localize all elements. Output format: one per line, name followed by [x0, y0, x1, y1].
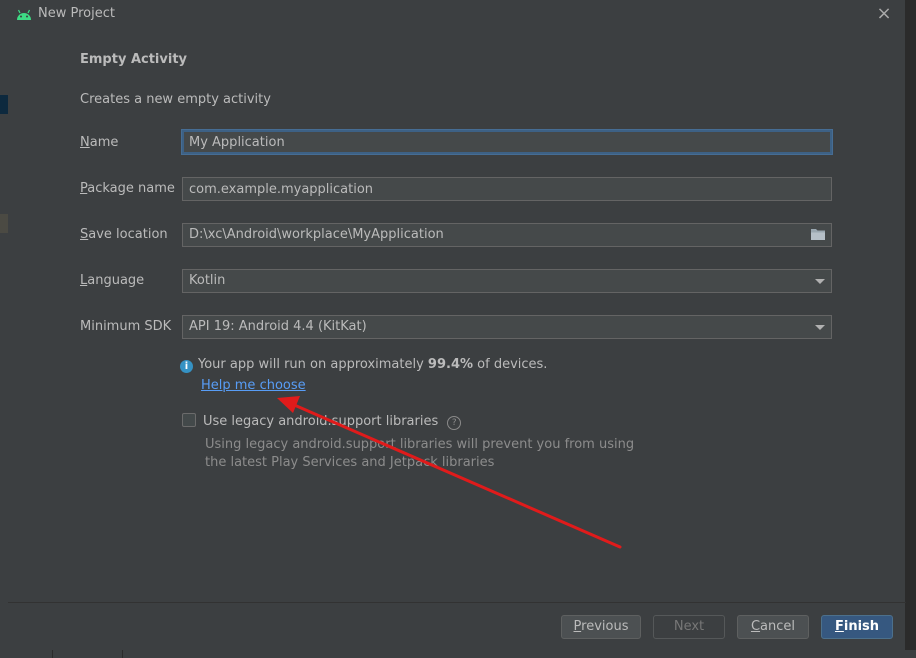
legacy-support-description: Using legacy android.support libraries w…: [205, 437, 635, 470]
android-icon: [17, 9, 31, 20]
background-window-left: [0, 0, 8, 658]
footer-divider: [8, 602, 906, 603]
legacy-support-checkbox[interactable]: [182, 413, 196, 427]
new-project-dialog: New Project × Empty Activity Creates a n…: [8, 0, 906, 650]
save-location-field[interactable]: D:\xc\Android\workplace\MyApplication: [182, 223, 832, 247]
save-location-label: Save location: [80, 227, 168, 242]
language-value: Kotlin: [189, 273, 226, 288]
template-heading: Empty Activity: [80, 52, 188, 67]
name-input[interactable]: [182, 130, 832, 154]
package-name-label: Package name: [80, 181, 175, 196]
info-icon: i: [180, 360, 193, 373]
dropdown-arrow-icon: [815, 279, 825, 284]
legacy-support-label[interactable]: Use legacy android.support libraries: [203, 414, 438, 429]
previous-button[interactable]: Previous: [561, 615, 641, 639]
next-button[interactable]: Next: [653, 615, 725, 639]
background-window-bottom: [0, 650, 916, 658]
help-me-choose-link[interactable]: Help me choose: [201, 378, 306, 393]
finish-button[interactable]: Finish: [821, 615, 893, 639]
minimum-sdk-label: Minimum SDK: [80, 319, 172, 334]
title-bar[interactable]: New Project ×: [8, 0, 906, 28]
language-label: Language: [80, 273, 145, 288]
minimum-sdk-value: API 19: Android 4.4 (KitKat): [189, 319, 367, 334]
dropdown-arrow-icon: [815, 325, 825, 330]
background-highlight: [0, 214, 8, 233]
legacy-support-row[interactable]: Use legacy android.support libraries?: [182, 413, 462, 430]
package-name-input[interactable]: [182, 177, 832, 201]
folder-icon[interactable]: [811, 228, 825, 240]
question-icon[interactable]: ?: [447, 416, 462, 430]
template-description: Creates a new empty activity: [80, 92, 271, 107]
language-select[interactable]: Kotlin: [182, 269, 832, 293]
minimum-sdk-select[interactable]: API 19: Android 4.4 (KitKat): [182, 315, 832, 339]
coverage-percent: 99.4%: [427, 357, 474, 372]
close-icon[interactable]: ×: [874, 4, 894, 24]
save-location-value: D:\xc\Android\workplace\MyApplication: [189, 227, 444, 242]
background-selection: [0, 95, 8, 114]
cancel-button[interactable]: Cancel: [737, 615, 809, 639]
background-window-right: [906, 0, 916, 658]
dialog-title: New Project: [38, 6, 115, 21]
name-label: Name: [80, 135, 119, 150]
device-coverage-info: i Your app will run on approximately 99.4…: [180, 357, 547, 373]
